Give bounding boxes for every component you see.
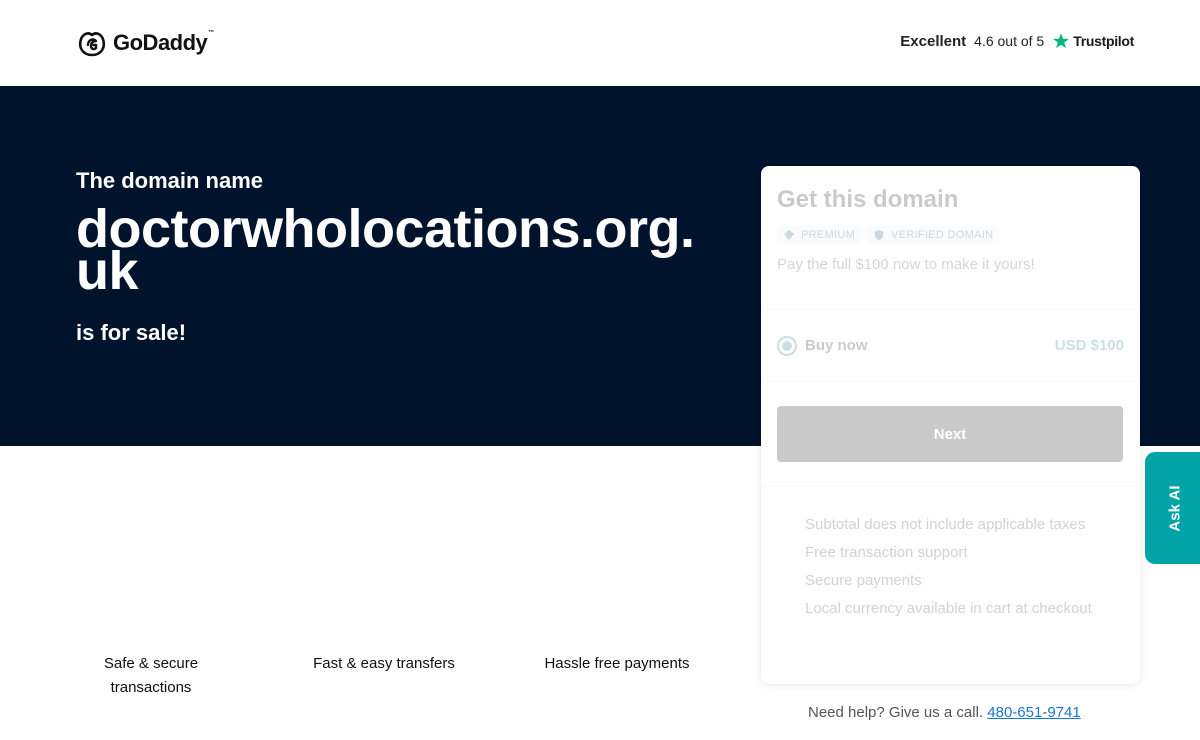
logo-wordmark: GoDaddy™: [113, 30, 214, 55]
feature-item: Secure payments: [805, 572, 922, 589]
verified-badge: VERIFIED DOMAIN: [867, 226, 1000, 244]
shield-check-icon: [874, 230, 884, 240]
buy-now-price: USD $100: [1054, 337, 1124, 354]
site-header: GoDaddy™ Excellent 4.6 out of 5 Trustpil…: [0, 0, 1200, 86]
purchase-card: Get this domain PREMIUM VERIFIED DOMAIN …: [761, 166, 1140, 684]
badge-row: PREMIUM VERIFIED DOMAIN: [777, 226, 1124, 244]
buy-now-option[interactable]: Buy now USD $100: [761, 310, 1140, 382]
premium-badge-label: PREMIUM: [801, 229, 856, 241]
buy-now-radio[interactable]: [777, 335, 797, 356]
for-sale-text: is for sale!: [76, 320, 187, 345]
trustpilot-logo: Trustpilot: [1052, 32, 1134, 50]
diamond-icon: [784, 230, 794, 240]
domain-name-heading: doctorwholocations.org.uk: [76, 199, 695, 301]
feature-item: Subtotal does not include applicable tax…: [805, 516, 1086, 533]
rating-score: 4.6 out of 5: [974, 33, 1045, 49]
feature-item: Local currency available in cart at chec…: [805, 600, 1092, 617]
card-title: Get this domain: [777, 186, 959, 213]
card-subtitle: Pay the full $100 now to make it yours!: [777, 256, 1035, 273]
card-header: Get this domain PREMIUM VERIFIED DOMAIN …: [761, 166, 1140, 310]
star-icon: [1053, 33, 1070, 49]
hero-intro-text: The domain name: [76, 168, 264, 193]
next-button[interactable]: Next: [777, 406, 1123, 462]
help-phone-link[interactable]: 480-651-9741: [987, 704, 1080, 721]
help-line: Need help? Give us a call. 480-651-9741: [808, 704, 1081, 721]
buy-now-label: Buy now: [805, 337, 868, 354]
trust-point-payments: Hassle free payments: [544, 655, 690, 672]
feature-list: Subtotal does not include applicable tax…: [761, 487, 1140, 623]
godaddy-logo-icon: [78, 32, 106, 57]
ask-ai-label: Ask AI: [1166, 484, 1184, 532]
ask-ai-button[interactable]: Ask AI: [1145, 452, 1200, 564]
rating-word: Excellent: [900, 32, 967, 50]
trust-point-secure: Safe & secure transactions: [103, 655, 199, 696]
godaddy-logo[interactable]: GoDaddy™: [77, 28, 214, 58]
trustpilot-rating[interactable]: Excellent 4.6 out of 5 Trustpilot: [900, 32, 1134, 50]
next-section: Next: [761, 382, 1140, 487]
trustpilot-label: Trustpilot: [1073, 33, 1134, 49]
premium-badge: PREMIUM: [777, 226, 862, 244]
verified-badge-label: VERIFIED DOMAIN: [891, 229, 994, 241]
help-text: Need help? Give us a call.: [808, 704, 984, 721]
trust-point-transfers: Fast & easy transfers: [313, 655, 455, 672]
feature-item: Free transaction support: [805, 544, 968, 561]
